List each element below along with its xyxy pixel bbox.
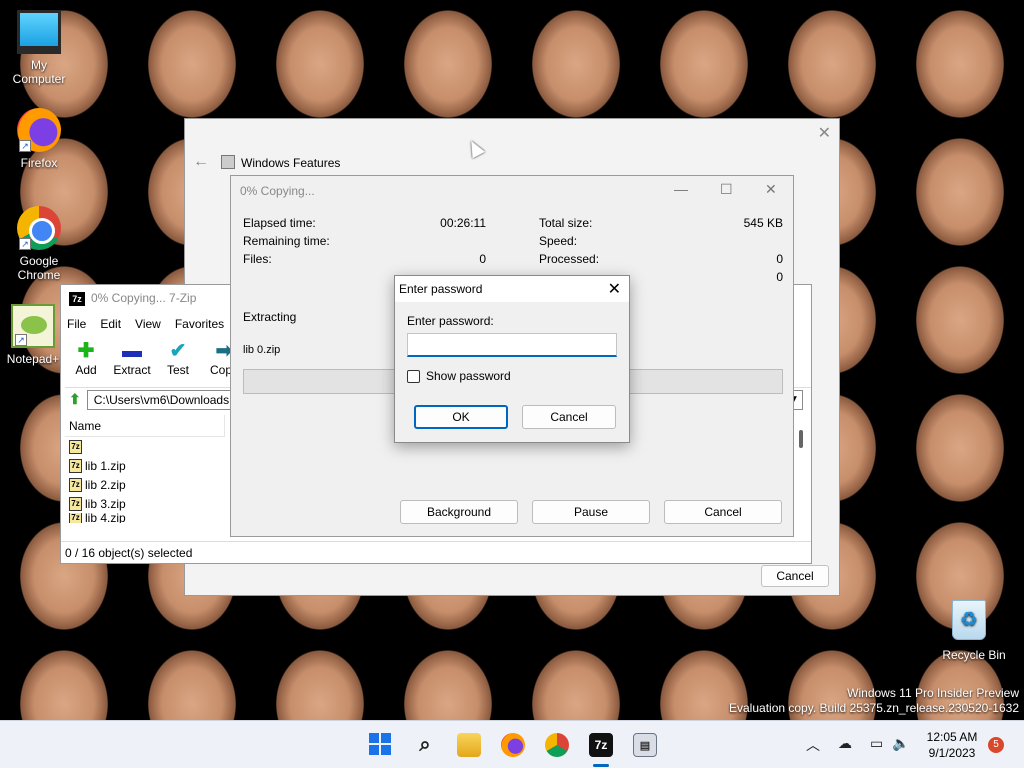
cancel-button[interactable]: Cancel — [664, 500, 782, 524]
stats-left: Elapsed time: 00:26:11 Remaining time: Fi… — [243, 216, 486, 270]
check-icon: ✔ — [169, 340, 187, 362]
archive-icon: 7z — [69, 513, 82, 523]
search-icon[interactable]: ⌕ — [413, 733, 437, 757]
document-icon[interactable]: ▤ — [633, 733, 657, 757]
status-bar: 0 / 16 object(s) selected — [61, 541, 811, 563]
test-button[interactable]: ✔ Test — [157, 339, 199, 379]
date: 9/1/2023 — [928, 746, 976, 760]
extract-button[interactable]: ▬ Extract — [111, 339, 153, 379]
sevenzip-taskbar-icon[interactable]: 7z — [589, 733, 613, 757]
stat-row: Remaining time: — [243, 234, 330, 248]
stat-row: Elapsed time: 00:26:11 — [243, 216, 486, 230]
notepad-plus-icon: ↗ — [11, 304, 55, 348]
up-folder-icon[interactable]: ⬆ — [69, 391, 81, 408]
volume-icon[interactable]: 🔈 — [892, 735, 909, 752]
plus-icon: ✚ — [77, 340, 95, 362]
file-explorer-icon[interactable] — [457, 733, 481, 757]
windows-features-icon — [221, 155, 235, 169]
window-title: Windows Features — [221, 155, 340, 170]
archive-icon: 7z — [69, 439, 82, 454]
password-label: Enter password: — [407, 314, 494, 328]
password-dialog: Enter password ✕ Enter password: Show pa… — [394, 275, 630, 443]
sevenzip-logo-icon: 7z — [69, 292, 85, 306]
shortcut-arrow-icon: ↗ — [19, 140, 31, 152]
time: 12:05 AM — [926, 730, 978, 744]
current-file: lib 0.zip — [243, 344, 281, 356]
menu-edit[interactable]: Edit — [100, 317, 121, 331]
windows-logo-icon — [369, 745, 379, 755]
windows-logo-icon — [369, 733, 379, 743]
os-watermark: Windows 11 Pro Insider Preview Evaluatio… — [729, 686, 1019, 715]
firefox-icon[interactable] — [501, 733, 525, 757]
minimize-icon[interactable]: — — [674, 181, 688, 197]
chrome-icon: ↗ — [17, 206, 61, 250]
close-icon[interactable]: ✕ — [608, 279, 621, 299]
stat-row: Processed: 0 — [539, 252, 783, 266]
dialog-title: 0% Copying... — [240, 184, 315, 198]
cancel-button[interactable]: Cancel — [522, 405, 616, 429]
archive-icon: 7z — [69, 496, 82, 511]
stat-row: Files: 0 — [243, 252, 486, 266]
checkbox-box[interactable] — [407, 369, 420, 383]
chevron-up-icon[interactable]: ︿ — [806, 735, 820, 755]
archive-icon: 7z — [69, 477, 82, 492]
shortcut-arrow-icon: ↗ — [19, 238, 31, 250]
desktop-icon-label: Recycle Bin — [942, 648, 1006, 662]
pause-button[interactable]: Pause — [532, 500, 650, 524]
ok-button[interactable]: OK — [414, 405, 508, 429]
shortcut-arrow-icon: ↗ — [15, 334, 27, 346]
menu-view[interactable]: View — [135, 317, 161, 331]
recycle-bin-icon: ♻ — [952, 600, 986, 640]
close-icon[interactable]: ✕ — [765, 181, 777, 198]
dialog-title: Enter password — [399, 282, 483, 296]
windows-logo-icon — [381, 733, 391, 743]
show-password-checkbox[interactable]: Show password — [407, 369, 511, 383]
scrollbar[interactable] — [799, 430, 803, 448]
title-bar: Enter password ✕ — [395, 276, 629, 302]
notification-badge[interactable]: 5 — [988, 737, 1004, 753]
desktop-icon-label: Notepad+ — [6, 352, 60, 366]
firefox-icon: ↗ — [17, 108, 61, 152]
stat-row: Total size: 545 KB — [539, 216, 783, 230]
minus-icon: ▬ — [122, 340, 142, 362]
network-icon[interactable]: ▭ — [870, 735, 883, 752]
archive-icon: 7z — [69, 458, 82, 473]
column-header-name[interactable]: Name — [65, 415, 225, 437]
password-input[interactable] — [407, 333, 617, 357]
add-button[interactable]: ✚ Add — [65, 339, 107, 379]
background-button[interactable]: Background — [400, 500, 518, 524]
chrome-icon[interactable] — [545, 733, 569, 757]
show-password-label: Show password — [426, 369, 511, 383]
cancel-button[interactable]: Cancel — [761, 565, 829, 587]
menu-favorites[interactable]: Favorites — [175, 317, 224, 331]
clock[interactable]: 12:05 AM 9/1/2023 — [920, 729, 984, 761]
desktop-icon-label: Firefox — [20, 156, 58, 170]
desktop-icon-notepad[interactable]: ↗ Notepad+ — [0, 304, 66, 366]
active-app-indicator — [593, 764, 609, 767]
back-arrow-icon[interactable]: ← — [193, 153, 209, 171]
close-icon[interactable]: ✕ — [818, 123, 831, 143]
desktop-icon-firefox[interactable]: ↗ Firefox — [3, 108, 75, 170]
desktop-icon-recycle-bin[interactable]: ♻ Recycle Bin — [938, 600, 1010, 662]
start-button[interactable] — [369, 733, 393, 757]
windows-logo-icon — [381, 745, 391, 755]
cloud-offline-icon[interactable]: ☁ — [838, 735, 852, 752]
desktop-icon-label: My Computer — [12, 58, 66, 86]
operation-label: Extracting — [243, 310, 297, 324]
taskbar: ⌕ 7z ▤ ︿ ☁ ▭ 🔈 12:05 AM 9/1/2023 5 — [0, 720, 1024, 768]
title-bar: 0% Copying... — ☐ ✕ — [231, 176, 793, 206]
desktop-icon-chrome[interactable]: ↗ Google Chrome — [3, 206, 75, 282]
computer-icon — [17, 10, 61, 54]
menu-file[interactable]: File — [67, 317, 86, 331]
desktop-icon-my-computer[interactable]: My Computer — [3, 10, 75, 86]
desktop-icon-label: Google Chrome — [17, 254, 61, 282]
maximize-icon[interactable]: ☐ — [720, 181, 733, 198]
stat-row: Speed: — [539, 234, 578, 248]
